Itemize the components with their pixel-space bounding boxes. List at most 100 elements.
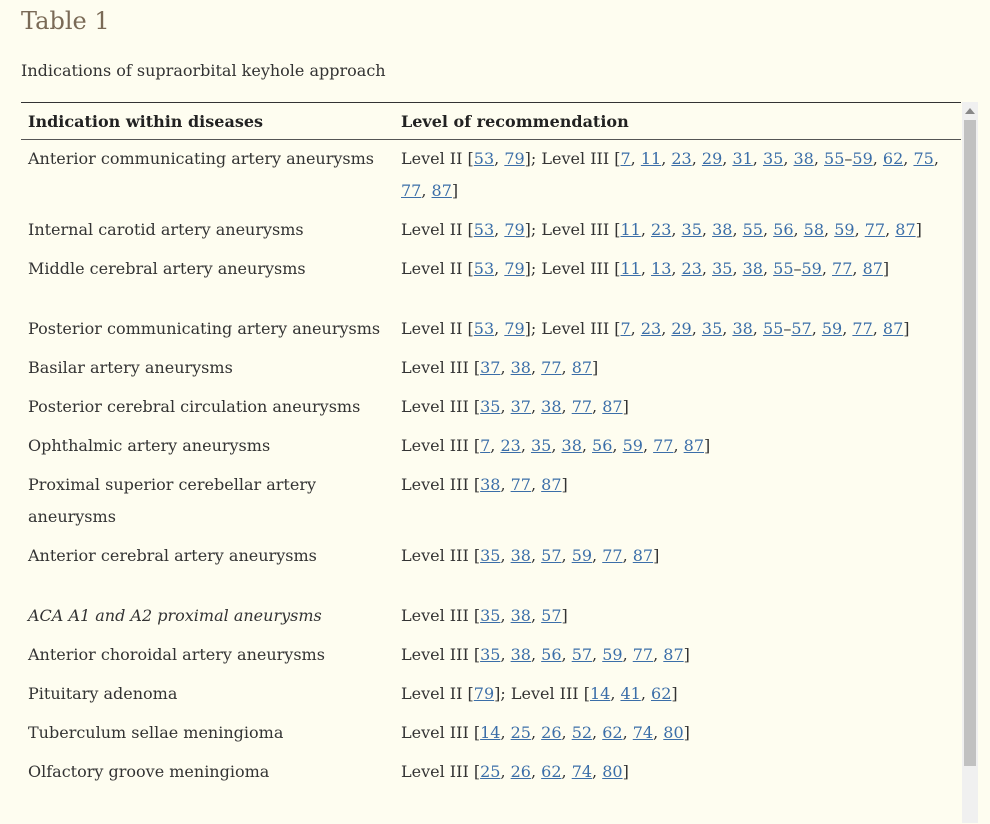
reference-link[interactable]: 79 [504, 259, 524, 278]
reference-link[interactable]: 38 [511, 645, 531, 664]
reference-link[interactable]: 87 [684, 436, 704, 455]
reference-link[interactable]: 52 [572, 723, 592, 742]
reference-link[interactable]: 38 [511, 606, 531, 625]
reference-link[interactable]: 7 [480, 436, 490, 455]
reference-link[interactable]: 56 [541, 645, 561, 664]
reference-link[interactable]: 53 [474, 319, 494, 338]
reference-link[interactable]: 35 [712, 259, 732, 278]
reference-link[interactable]: 87 [863, 259, 883, 278]
reference-link[interactable]: 38 [511, 546, 531, 565]
reference-link[interactable]: 7 [620, 319, 630, 338]
reference-link[interactable]: 38 [511, 358, 531, 377]
reference-link[interactable]: 35 [763, 149, 783, 168]
reference-link[interactable]: 29 [671, 319, 691, 338]
reference-link[interactable]: 74 [572, 762, 592, 781]
reference-link[interactable]: 55 [763, 319, 783, 338]
reference-link[interactable]: 7 [620, 149, 630, 168]
reference-link[interactable]: 62 [651, 684, 671, 703]
reference-link[interactable]: 14 [590, 684, 610, 703]
reference-link[interactable]: 77 [572, 397, 592, 416]
reference-link[interactable]: 25 [480, 762, 500, 781]
reference-link[interactable]: 55 [824, 149, 844, 168]
reference-link[interactable]: 35 [480, 606, 500, 625]
reference-link[interactable]: 38 [794, 149, 814, 168]
reference-link[interactable]: 35 [531, 436, 551, 455]
reference-link[interactable]: 35 [480, 546, 500, 565]
reference-link[interactable]: 55 [743, 220, 763, 239]
reference-link[interactable]: 87 [432, 181, 452, 200]
reference-link[interactable]: 59 [852, 149, 872, 168]
reference-link[interactable]: 38 [480, 475, 500, 494]
reference-link[interactable]: 59 [602, 645, 622, 664]
reference-link[interactable]: 23 [500, 436, 520, 455]
reference-link[interactable]: 77 [653, 436, 673, 455]
reference-link[interactable]: 38 [732, 319, 752, 338]
reference-link[interactable]: 59 [822, 319, 842, 338]
reference-link[interactable]: 62 [541, 762, 561, 781]
reference-link[interactable]: 77 [541, 358, 561, 377]
reference-link[interactable]: 11 [641, 149, 661, 168]
reference-link[interactable]: 62 [602, 723, 622, 742]
reference-link[interactable]: 87 [633, 546, 653, 565]
reference-link[interactable]: 79 [504, 220, 524, 239]
scroll-up-arrow-icon[interactable] [962, 104, 978, 118]
reference-link[interactable]: 11 [620, 220, 640, 239]
reference-link[interactable]: 59 [802, 259, 822, 278]
reference-link[interactable]: 37 [480, 358, 500, 377]
reference-link[interactable]: 77 [633, 645, 653, 664]
reference-link[interactable]: 80 [663, 723, 683, 742]
reference-link[interactable]: 80 [602, 762, 622, 781]
reference-link[interactable]: 35 [480, 397, 500, 416]
reference-link[interactable]: 79 [504, 319, 524, 338]
reference-link[interactable]: 23 [641, 319, 661, 338]
reference-link[interactable]: 35 [682, 220, 702, 239]
reference-link[interactable]: 56 [773, 220, 793, 239]
scrollbar-thumb[interactable] [964, 120, 976, 766]
reference-link[interactable]: 29 [702, 149, 722, 168]
reference-link[interactable]: 11 [620, 259, 640, 278]
reference-link[interactable]: 75 [913, 149, 933, 168]
reference-link[interactable]: 87 [895, 220, 915, 239]
reference-link[interactable]: 77 [832, 259, 852, 278]
reference-link[interactable]: 59 [623, 436, 643, 455]
reference-link[interactable]: 55 [773, 259, 793, 278]
reference-link[interactable]: 37 [511, 397, 531, 416]
reference-link[interactable]: 57 [541, 606, 561, 625]
reference-link[interactable]: 38 [541, 397, 561, 416]
reference-link[interactable]: 38 [562, 436, 582, 455]
reference-link[interactable]: 57 [541, 546, 561, 565]
reference-link[interactable]: 31 [732, 149, 752, 168]
reference-link[interactable]: 87 [663, 645, 683, 664]
reference-link[interactable]: 14 [480, 723, 500, 742]
reference-link[interactable]: 53 [474, 220, 494, 239]
reference-link[interactable]: 35 [480, 645, 500, 664]
reference-link[interactable]: 56 [592, 436, 612, 455]
reference-link[interactable]: 26 [511, 762, 531, 781]
reference-link[interactable]: 23 [682, 259, 702, 278]
reference-link[interactable]: 59 [834, 220, 854, 239]
reference-link[interactable]: 77 [511, 475, 531, 494]
reference-link[interactable]: 87 [883, 319, 903, 338]
reference-link[interactable]: 77 [852, 319, 872, 338]
reference-link[interactable]: 53 [474, 259, 494, 278]
reference-link[interactable]: 79 [504, 149, 524, 168]
reference-link[interactable]: 35 [702, 319, 722, 338]
vertical-scrollbar[interactable] [962, 102, 978, 823]
reference-link[interactable]: 57 [791, 319, 811, 338]
reference-link[interactable]: 79 [474, 684, 494, 703]
reference-link[interactable]: 77 [401, 181, 421, 200]
reference-link[interactable]: 38 [712, 220, 732, 239]
reference-link[interactable]: 23 [671, 149, 691, 168]
reference-link[interactable]: 62 [883, 149, 903, 168]
reference-link[interactable]: 25 [511, 723, 531, 742]
reference-link[interactable]: 57 [572, 645, 592, 664]
reference-link[interactable]: 87 [541, 475, 561, 494]
reference-link[interactable]: 13 [651, 259, 671, 278]
reference-link[interactable]: 26 [541, 723, 561, 742]
reference-link[interactable]: 77 [865, 220, 885, 239]
reference-link[interactable]: 23 [651, 220, 671, 239]
reference-link[interactable]: 87 [602, 397, 622, 416]
reference-link[interactable]: 87 [572, 358, 592, 377]
reference-link[interactable]: 77 [602, 546, 622, 565]
reference-link[interactable]: 41 [620, 684, 640, 703]
